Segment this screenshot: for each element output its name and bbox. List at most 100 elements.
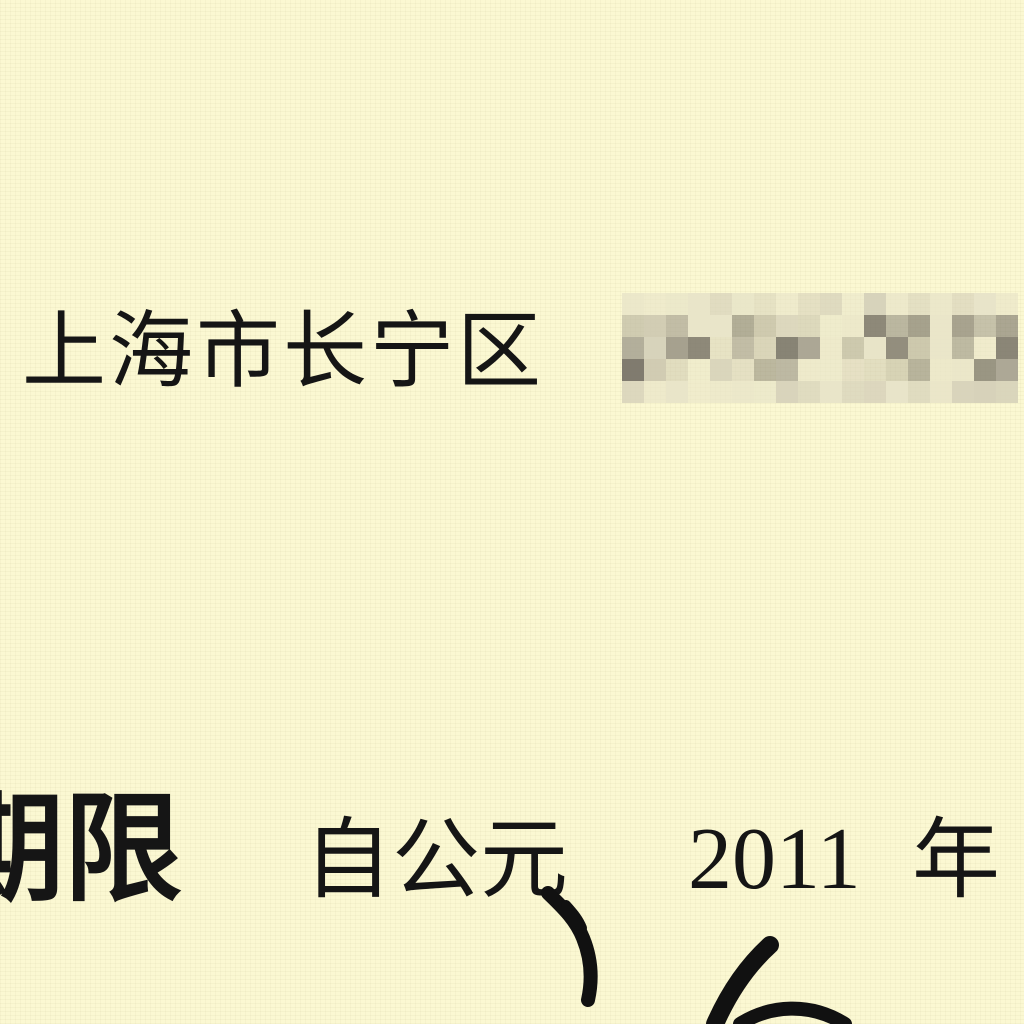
redaction-pixel xyxy=(622,293,644,315)
redaction-pixel xyxy=(644,293,666,315)
redaction-pixel xyxy=(622,359,644,381)
redaction-pixel xyxy=(644,337,666,359)
redaction-pixel xyxy=(908,293,930,315)
redaction-pixel xyxy=(952,381,974,403)
redaction-pixel xyxy=(886,381,908,403)
redaction-pixel xyxy=(952,359,974,381)
redaction-pixel xyxy=(666,337,688,359)
redaction-pixel xyxy=(908,315,930,337)
redaction-pixel xyxy=(688,381,710,403)
redaction-pixel xyxy=(908,381,930,403)
redaction-pixel xyxy=(798,293,820,315)
redaction-pixel xyxy=(644,359,666,381)
redaction-pixel xyxy=(930,293,952,315)
redaction-pixel xyxy=(996,293,1018,315)
term-start-year: 2011 xyxy=(688,811,861,908)
redaction-pixel xyxy=(688,315,710,337)
signature-stroke-4 xyxy=(733,1001,852,1024)
redaction-pixel xyxy=(732,315,754,337)
redaction-pixel xyxy=(996,359,1018,381)
redaction-pixel xyxy=(842,381,864,403)
redaction-pixel xyxy=(710,381,732,403)
redaction-pixel xyxy=(996,337,1018,359)
redaction-pixel xyxy=(622,381,644,403)
redaction-pixel xyxy=(974,337,996,359)
redaction-pixel xyxy=(930,359,952,381)
redaction-pixel xyxy=(776,337,798,359)
redaction-pixel xyxy=(842,315,864,337)
redaction-pixel xyxy=(710,315,732,337)
redaction-pixel xyxy=(710,337,732,359)
redaction-pixel xyxy=(776,315,798,337)
redaction-pixel xyxy=(886,293,908,315)
redaction-pixel xyxy=(820,337,842,359)
redaction-pixel xyxy=(798,337,820,359)
redaction-pixel xyxy=(732,293,754,315)
redaction-pixel xyxy=(908,337,930,359)
redaction-pixel xyxy=(732,359,754,381)
redaction-pixel xyxy=(842,293,864,315)
redaction-pixel xyxy=(666,359,688,381)
redaction-pixel xyxy=(776,293,798,315)
term-from-text: 自公元 xyxy=(304,808,569,911)
redaction-pixel xyxy=(864,315,886,337)
redaction-pixel xyxy=(864,293,886,315)
redaction-pixel xyxy=(996,315,1018,337)
redaction-pixel xyxy=(996,381,1018,403)
redaction-pixel xyxy=(864,337,886,359)
redaction-pixel xyxy=(820,381,842,403)
redaction-pixel xyxy=(754,293,776,315)
redaction-pixel xyxy=(754,381,776,403)
redacted-address-detail xyxy=(622,293,1024,408)
redaction-pixel xyxy=(622,315,644,337)
redaction-pixel xyxy=(952,337,974,359)
validity-term-row: 期限 自公元 2011 年 xyxy=(0,790,1024,930)
redaction-pixel xyxy=(798,381,820,403)
redaction-pixel xyxy=(622,337,644,359)
redaction-pixel xyxy=(974,359,996,381)
redaction-pixel xyxy=(798,315,820,337)
redaction-pixel xyxy=(820,315,842,337)
redaction-pixel xyxy=(688,337,710,359)
certificate-page: 上海市长宁区 期限 自公元 2011 年 xyxy=(0,0,1024,1024)
redaction-pixel xyxy=(952,293,974,315)
redaction-pixel xyxy=(732,381,754,403)
redaction-pixel xyxy=(754,315,776,337)
redaction-pixel xyxy=(820,359,842,381)
redaction-pixel xyxy=(710,359,732,381)
redaction-pixel xyxy=(644,381,666,403)
redaction-pixel xyxy=(754,337,776,359)
redaction-pixel xyxy=(886,359,908,381)
redaction-pixel xyxy=(666,293,688,315)
redaction-pixel xyxy=(864,359,886,381)
redaction-pixel xyxy=(798,359,820,381)
redaction-pixel xyxy=(732,337,754,359)
redaction-pixel xyxy=(974,381,996,403)
redaction-pixel xyxy=(666,315,688,337)
redaction-pixel xyxy=(688,359,710,381)
redaction-pixel xyxy=(842,359,864,381)
term-label: 期限 xyxy=(0,780,183,918)
redaction-pixel xyxy=(886,337,908,359)
address-text: 上海市长宁区 xyxy=(22,302,545,400)
redaction-pixel xyxy=(864,381,886,403)
redaction-pixel xyxy=(644,315,666,337)
redaction-pixel xyxy=(776,359,798,381)
redaction-pixel xyxy=(776,381,798,403)
redaction-pixel xyxy=(886,315,908,337)
redaction-pixel xyxy=(952,315,974,337)
redaction-pixel xyxy=(930,337,952,359)
redaction-pixel xyxy=(974,293,996,315)
redaction-pixel xyxy=(930,381,952,403)
redaction-pixel xyxy=(820,293,842,315)
redaction-pixel xyxy=(754,359,776,381)
term-year-unit: 年 xyxy=(912,808,1001,911)
signature-stroke-3 xyxy=(706,936,779,1024)
redaction-pixel xyxy=(974,315,996,337)
redaction-pixel xyxy=(930,315,952,337)
redaction-pixel xyxy=(688,293,710,315)
redaction-pixel xyxy=(908,359,930,381)
redaction-pixel xyxy=(666,381,688,403)
redaction-pixel xyxy=(710,293,732,315)
redaction-pixel xyxy=(842,337,864,359)
